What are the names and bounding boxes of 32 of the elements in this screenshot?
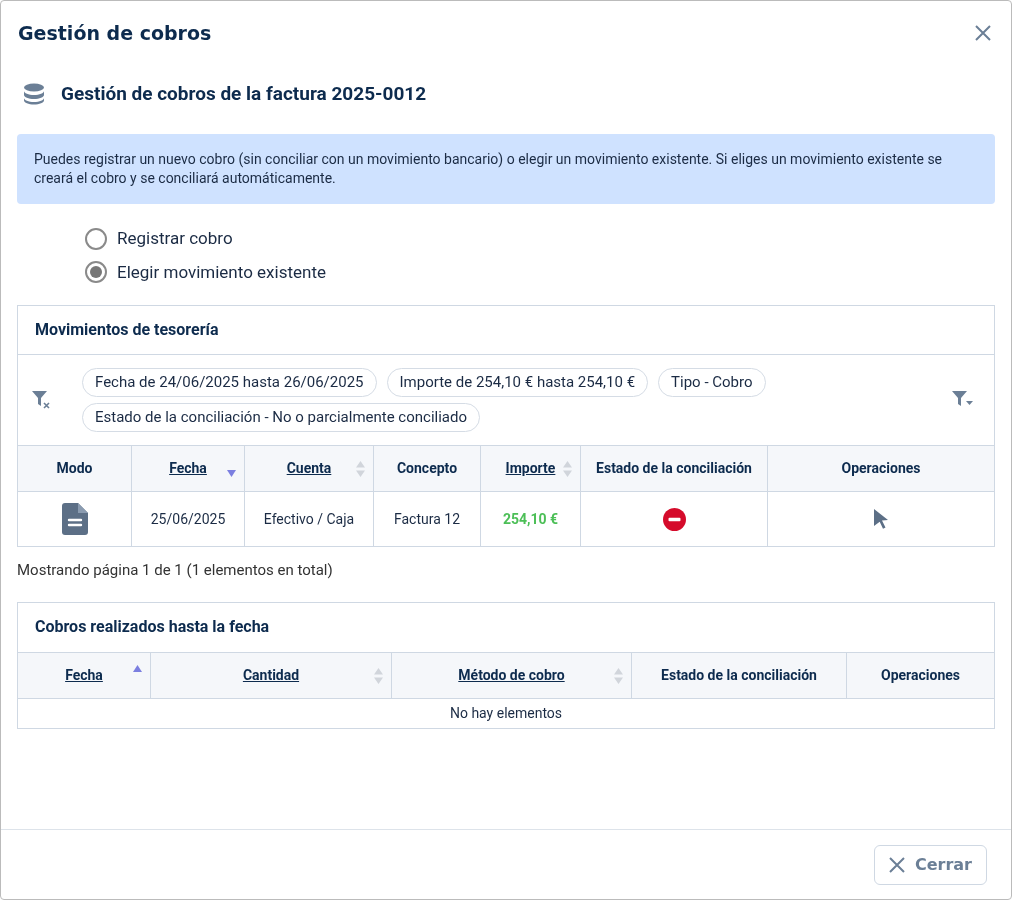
panel-title: Movimientos de tesorería <box>35 319 219 341</box>
dialog-title: Gestión de cobros <box>18 21 212 46</box>
column-header[interactable]: Importe <box>480 446 580 491</box>
column-header: Estado de la conciliación <box>631 652 846 698</box>
column-header[interactable]: Método de cobro <box>391 652 631 698</box>
column-header: Operaciones <box>846 652 994 698</box>
close-icon <box>888 856 905 873</box>
column-header[interactable]: Cuenta <box>244 446 373 491</box>
select-cursor-icon[interactable] <box>873 508 889 530</box>
table-cell: Efectivo / Caja <box>244 492 373 546</box>
radio-option[interactable]: Registrar cobro <box>85 226 995 252</box>
column-header[interactable]: Cantidad <box>150 652 391 698</box>
panel-title: Cobros realizados hasta la fecha <box>35 616 270 638</box>
table-cell: 25/06/2025 <box>131 492 244 546</box>
column-header: Estado de la conciliación <box>580 446 767 491</box>
radio-option[interactable]: Elegir movimiento existente <box>85 259 995 285</box>
filter-menu-icon[interactable] <box>952 391 974 409</box>
pagination-text: Mostrando página 1 de 1 (1 elementos en total) <box>17 560 334 581</box>
section-heading: Gestión de cobros de la factura 2025-0012 <box>61 80 427 107</box>
table-cell: 254,10 € <box>480 492 580 546</box>
column-header[interactable]: Fecha <box>131 446 244 491</box>
empty-message: No hay elementos <box>449 703 563 723</box>
column-header: Concepto <box>373 446 480 491</box>
database-icon <box>23 82 45 105</box>
table-cell: Factura 12 <box>373 492 480 546</box>
close-icon[interactable] <box>975 25 991 42</box>
close-button[interactable]: Cerrar <box>873 844 987 885</box>
column-header[interactable]: Fecha <box>18 652 150 698</box>
clear-filter-icon[interactable] <box>32 391 52 409</box>
info-banner: Puedes registrar un nuevo cobro (sin conciliar con un movimiento bancario) o elegir un movimiento existente. Si eliges un movimiento existente se creará el cobro y se conciliará automáticamente. <box>17 134 995 204</box>
column-header: Modo <box>55 459 94 478</box>
column-header: Operaciones <box>767 446 994 491</box>
